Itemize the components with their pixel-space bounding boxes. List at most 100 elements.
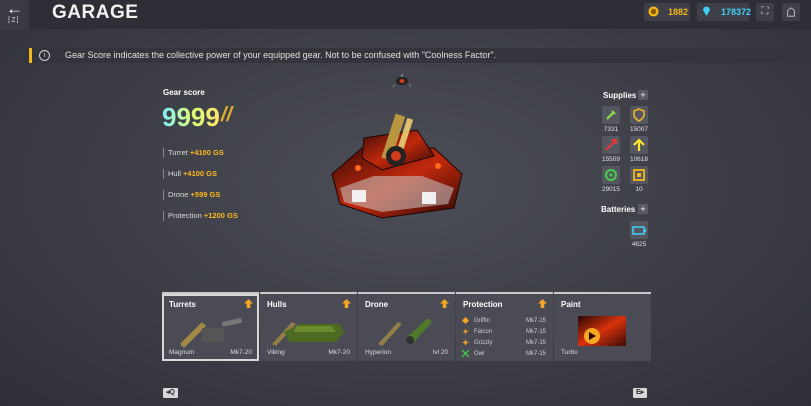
supply-mine-count: 29015 bbox=[601, 186, 621, 193]
card-turrets-level: Mk7-20 bbox=[230, 349, 252, 356]
supply-damage[interactable] bbox=[602, 136, 620, 154]
gs-drone-row: Drone +599 GS bbox=[163, 190, 220, 200]
gs-protection-row: Protection +1200 GS bbox=[163, 211, 238, 221]
crystal-icon bbox=[648, 6, 659, 17]
batteries-title: Batteries bbox=[601, 205, 636, 214]
tank-model bbox=[331, 113, 463, 219]
fullscreen-button[interactable]: ⛶ bbox=[756, 3, 774, 21]
card-protection-title: Protection bbox=[463, 300, 503, 309]
supply-gold-box[interactable] bbox=[630, 166, 648, 184]
back-hotkey: [Z] bbox=[7, 16, 20, 24]
card-turrets-item: Magnum bbox=[169, 349, 195, 356]
protection-level: Mk7-15 bbox=[525, 340, 546, 346]
protection-row: Falcon Mk7-15 bbox=[462, 327, 546, 337]
card-drone-level: lvl 20 bbox=[432, 349, 448, 356]
gs-protection-label: Protection bbox=[168, 211, 202, 220]
paint-turbo-icon bbox=[578, 316, 626, 346]
armor-icon bbox=[633, 108, 645, 122]
gs-turret-row: Turret +4100 GS bbox=[163, 148, 224, 158]
gems-value: 178372 bbox=[721, 7, 752, 17]
gem-icon bbox=[702, 6, 711, 17]
damage-icon bbox=[605, 139, 617, 151]
protection-level: Mk7-15 bbox=[525, 329, 546, 335]
card-paint-title: Paint bbox=[561, 300, 581, 309]
crystals-value: 1882 bbox=[668, 7, 689, 17]
crystals-counter[interactable]: 1882 bbox=[644, 3, 690, 21]
battery-item[interactable] bbox=[630, 221, 648, 239]
upgrade-arrow-icon bbox=[342, 299, 351, 308]
drone-model-icon bbox=[392, 74, 412, 88]
page-title: GARAGE bbox=[52, 2, 139, 23]
griffin-module-icon bbox=[462, 317, 469, 324]
card-hulls-level: Mk7-20 bbox=[328, 349, 350, 356]
protection-level: Mk7-15 bbox=[525, 351, 546, 357]
supplies-add-button[interactable]: + bbox=[638, 90, 648, 100]
protection-row: Owl Mk7-15 bbox=[462, 349, 546, 359]
gs-turret-value: +4100 GS bbox=[189, 148, 224, 157]
supply-damage-count: 15509 bbox=[601, 156, 621, 163]
protection-level: Mk7-15 bbox=[525, 318, 546, 324]
card-protection[interactable]: Protection Griffin Mk7-15 Falcon Mk7-15 … bbox=[456, 292, 553, 361]
gear-score-value: 9999 bbox=[162, 102, 220, 132]
supply-gold-box-count: 10 bbox=[635, 186, 643, 193]
speed-icon bbox=[633, 138, 645, 151]
owl-module-icon bbox=[462, 350, 469, 357]
card-paint[interactable]: Paint Turbo bbox=[554, 292, 651, 361]
gs-hull-label: Hull bbox=[168, 169, 181, 178]
turret-magnum-icon bbox=[180, 317, 243, 348]
card-hulls-title: Hulls bbox=[267, 300, 287, 309]
top-bar: ← [Z] GARAGE 1882 178372 ⛶ bbox=[0, 0, 811, 29]
fullscreen-icon: ⛶ bbox=[761, 6, 769, 17]
grizzly-module-icon bbox=[462, 339, 469, 346]
upgrade-arrow-icon bbox=[538, 299, 547, 308]
card-turrets[interactable]: Turrets Magnum Mk7-20 bbox=[162, 292, 259, 361]
info-text: Gear Score indicates the collective powe… bbox=[65, 50, 497, 60]
info-banner: i Gear Score indicates the collective po… bbox=[29, 48, 811, 63]
supply-mine[interactable] bbox=[602, 166, 620, 184]
protection-name: Falcon bbox=[474, 329, 493, 335]
protection-row: Griffin Mk7-15 bbox=[462, 316, 546, 326]
upgrade-arrow-icon bbox=[440, 299, 449, 308]
supply-speed[interactable] bbox=[630, 136, 648, 154]
repair-kit-icon bbox=[606, 110, 616, 120]
gear-score-label: Gear score bbox=[163, 88, 205, 97]
mine-icon bbox=[605, 169, 617, 181]
card-drone-item: Hyperion bbox=[365, 349, 392, 356]
gs-drone-label: Drone bbox=[168, 190, 189, 199]
protection-row: Grizzly Mk7-15 bbox=[462, 338, 546, 348]
hull-viking-icon bbox=[272, 322, 344, 346]
card-drone-title: Drone bbox=[365, 300, 389, 309]
supply-repair-kit[interactable] bbox=[602, 106, 620, 124]
prev-category-button[interactable]: ◂Q bbox=[163, 388, 178, 398]
card-hulls[interactable]: Hulls Viking Mk7-20 bbox=[260, 292, 357, 361]
gems-counter[interactable]: 178372 bbox=[697, 3, 752, 21]
falcon-module-icon bbox=[462, 328, 469, 335]
battery-count: 4625 bbox=[631, 241, 647, 248]
supply-speed-count: 10618 bbox=[629, 156, 649, 163]
gs-protection-value: +1200 GS bbox=[203, 211, 238, 220]
protection-name: Griffin bbox=[474, 318, 490, 324]
gs-turret-label: Turret bbox=[168, 148, 188, 157]
card-turrets-title: Turrets bbox=[169, 300, 196, 309]
prev-hotkey: Q bbox=[169, 389, 175, 396]
card-hulls-item: Viking bbox=[267, 349, 285, 356]
next-hotkey: E bbox=[636, 389, 641, 396]
upgrade-arrow-icon bbox=[244, 299, 253, 308]
supply-armor[interactable] bbox=[630, 106, 648, 124]
battery-icon bbox=[632, 226, 646, 235]
info-accent-bar bbox=[29, 48, 32, 63]
gs-hull-row: Hull +4100 GS bbox=[163, 169, 217, 179]
card-drone[interactable]: Drone Hyperion lvl 20 bbox=[358, 292, 455, 361]
rank-icon bbox=[787, 7, 795, 17]
batteries-add-button[interactable]: + bbox=[638, 204, 648, 214]
next-category-button[interactable]: E▸ bbox=[633, 388, 648, 398]
profile-button[interactable] bbox=[782, 3, 800, 21]
protection-name: Grizzly bbox=[474, 340, 493, 346]
gold-box-icon bbox=[633, 169, 645, 181]
back-button[interactable]: ← [Z] bbox=[0, 0, 29, 29]
info-icon: i bbox=[39, 50, 50, 61]
supply-armor-count: 15007 bbox=[629, 126, 649, 133]
drone-hyperion-icon bbox=[378, 318, 432, 346]
supplies-title: Supplies bbox=[603, 91, 637, 100]
gs-drone-value: +599 GS bbox=[190, 190, 221, 199]
